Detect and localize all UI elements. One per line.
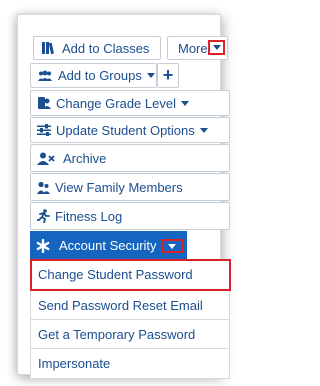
impersonate-item[interactable]: Impersonate — [30, 349, 230, 379]
archive-label: Archive — [63, 150, 107, 166]
chevron-down-icon — [146, 73, 155, 78]
account-security-caret-highlight[interactable] — [161, 239, 183, 253]
add-group-plus-button[interactable]: + — [157, 63, 179, 88]
user-remove-icon — [37, 152, 55, 165]
chevron-down-icon — [180, 100, 189, 106]
update-student-options-label: Update Student Options — [56, 122, 195, 138]
add-to-classes-label: Add to Classes — [62, 40, 150, 56]
chevron-down-icon — [212, 45, 221, 50]
add-to-classes-button[interactable]: Add to Classes — [33, 36, 161, 60]
chevron-down-icon — [199, 127, 208, 133]
add-to-groups-button[interactable]: Add to Groups — [30, 63, 157, 88]
archive-button[interactable]: Archive — [30, 144, 230, 172]
running-icon — [37, 209, 50, 223]
change-grade-level-button[interactable]: Change Grade Level — [30, 90, 230, 116]
sliders-icon — [37, 124, 51, 136]
send-password-reset-email-label: Send Password Reset Email — [38, 297, 203, 313]
account-security-label: Account Security — [59, 238, 157, 253]
fitness-log-label: Fitness Log — [55, 208, 123, 224]
more-caret-highlight[interactable] — [208, 40, 225, 55]
impersonate-label: Impersonate — [38, 356, 111, 371]
books-icon — [41, 41, 57, 55]
fitness-log-button[interactable]: Fitness Log — [30, 202, 230, 230]
get-temporary-password-label: Get a Temporary Password — [38, 326, 196, 342]
plus-icon: + — [162, 65, 174, 85]
add-to-groups-label: Add to Groups — [58, 68, 142, 83]
group-icon — [37, 70, 53, 82]
family-icon — [37, 181, 50, 194]
student-icon — [37, 96, 51, 110]
more-label: More — [178, 40, 208, 56]
change-student-password-highlight — [30, 259, 231, 291]
chevron-down-icon — [168, 243, 176, 249]
view-family-members-label: View Family Members — [55, 179, 183, 195]
asterisk-icon — [36, 238, 50, 253]
view-family-members-button[interactable]: View Family Members — [30, 173, 230, 201]
change-grade-level-label: Change Grade Level — [56, 95, 176, 111]
get-temporary-password-item[interactable]: Get a Temporary Password — [30, 320, 230, 349]
update-student-options-button[interactable]: Update Student Options — [30, 117, 230, 143]
send-password-reset-email-item[interactable]: Send Password Reset Email — [30, 291, 230, 320]
